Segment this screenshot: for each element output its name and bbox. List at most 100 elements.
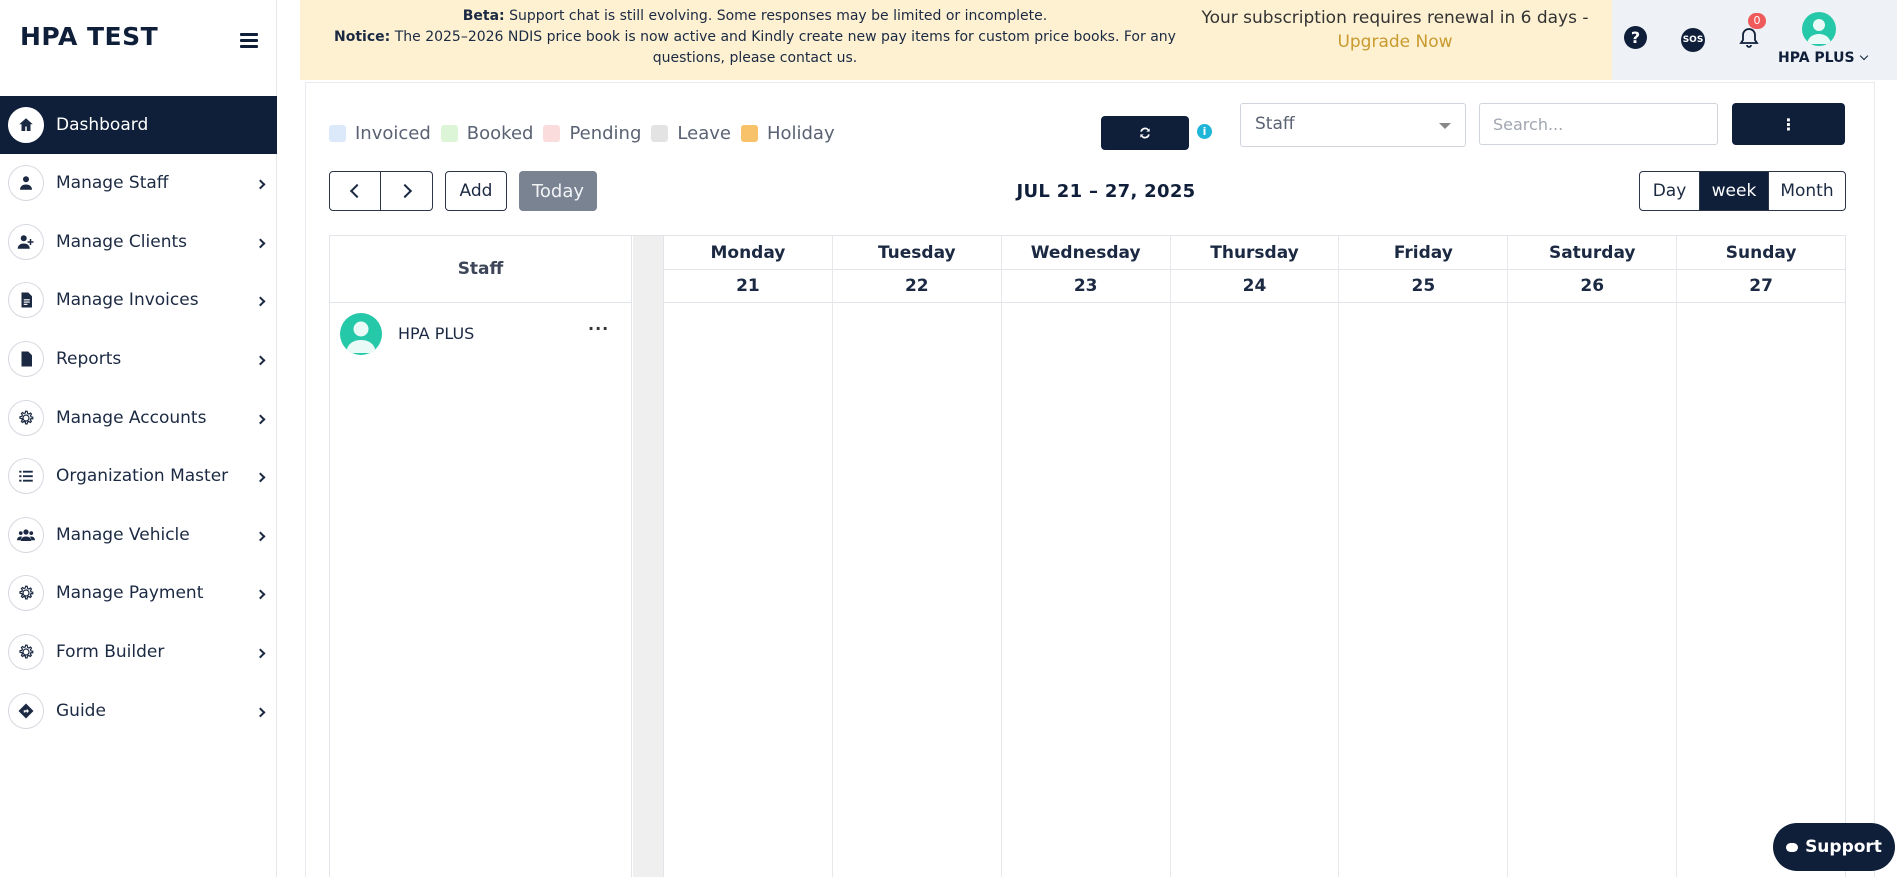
day-column-saturday[interactable]: Saturday 26	[1508, 236, 1678, 877]
chevron-right-icon	[255, 589, 266, 600]
sidebar-item-label: Manage Staff	[56, 173, 169, 194]
sidebar-item-manage-payment[interactable]: Manage Payment	[0, 564, 277, 623]
day-date: 23	[1001, 270, 1170, 303]
sidebar-item-manage-accounts[interactable]: Manage Accounts	[0, 388, 277, 447]
calendar-gutter	[633, 236, 664, 877]
day-name: Sunday	[1677, 236, 1846, 270]
legend-invoiced: Invoiced	[329, 123, 431, 144]
sidebar-nav: Dashboard Manage Staff Manage Clients Ma…	[0, 96, 277, 740]
more-options-button[interactable]: ⋮	[1732, 103, 1845, 145]
info-icon[interactable]: i	[1197, 124, 1212, 139]
legend-swatch	[740, 125, 758, 142]
upgrade-now-link[interactable]: Upgrade Now	[1180, 30, 1610, 54]
user-menu[interactable]: HPA PLUS	[1778, 50, 1868, 66]
sidebar-item-dashboard[interactable]: Dashboard	[0, 96, 277, 154]
sidebar-item-manage-vehicle[interactable]: Manage Vehicle	[0, 506, 277, 565]
sidebar-item-manage-invoices[interactable]: Manage Invoices	[0, 271, 277, 330]
day-column-tuesday[interactable]: Tuesday 22	[832, 236, 1002, 877]
user-name: HPA PLUS	[1778, 50, 1855, 66]
staff-column-header: Staff	[330, 236, 631, 303]
notification-badge: 0	[1748, 13, 1766, 29]
notice-label: Notice:	[334, 29, 391, 45]
day-column-friday[interactable]: Friday 25	[1339, 236, 1509, 877]
sidebar-item-label: Organization Master	[56, 466, 229, 487]
legend-pending: Pending	[543, 123, 641, 144]
legend-swatch	[651, 125, 669, 142]
sidebar-item-label: Manage Invoices	[56, 290, 199, 311]
brand-title: HPA TEST	[20, 22, 159, 51]
chevron-right-icon	[255, 707, 266, 717]
sidebar-item-label: Dashboard	[56, 115, 149, 135]
sidebar-item-manage-staff[interactable]: Manage Staff	[0, 154, 277, 213]
chevron-down-icon	[1859, 51, 1868, 61]
sidebar-item-label: Manage Vehicle	[56, 524, 190, 545]
kebab-icon: ⋮	[1780, 114, 1797, 134]
beta-text: Support chat is still evolving. Some res…	[504, 8, 1048, 24]
chevron-down-icon	[1439, 123, 1451, 129]
gear-icon	[8, 575, 44, 612]
sidebar-item-organization-master[interactable]: Organization Master	[0, 447, 277, 506]
refresh-button[interactable]	[1101, 116, 1189, 150]
day-name: Saturday	[1508, 236, 1677, 270]
day-columns: Monday 21 Tuesday 22 Wednesday 23 Thursday 2…	[664, 236, 1846, 877]
hamburger-menu-icon[interactable]	[240, 33, 258, 48]
chat-bubble-icon	[1786, 842, 1799, 852]
staff-select[interactable]: Staff	[1240, 103, 1466, 147]
sidebar-item-form-builder[interactable]: Form Builder	[0, 623, 277, 682]
day-name: Tuesday	[832, 236, 1001, 270]
sidebar-item-reports[interactable]: Reports	[0, 330, 277, 389]
help-icon[interactable]: ?	[1624, 26, 1647, 49]
day-date: 24	[1170, 270, 1339, 303]
staff-column: Staff HPA PLUS ···	[330, 236, 632, 877]
chevron-right-icon	[255, 472, 266, 483]
legend-holiday: Holiday	[740, 123, 835, 144]
calendar-panel: Invoiced Booked Pending Leave Holiday i …	[305, 82, 1875, 877]
view-day-button[interactable]: Day	[1640, 172, 1700, 210]
sidebar-item-label: Reports	[56, 349, 122, 370]
notice-body: The 2025–2026 NDIS price book is now act…	[390, 29, 1176, 66]
day-name: Monday	[664, 236, 832, 270]
staff-name: HPA PLUS	[398, 324, 475, 343]
file-icon	[8, 341, 44, 378]
chevron-right-icon	[255, 238, 266, 249]
legend-label: Invoiced	[355, 123, 431, 144]
subscription-text: Your subscription requires renewal in 6 …	[1201, 8, 1589, 28]
search-input[interactable]	[1479, 103, 1718, 145]
staff-row[interactable]: HPA PLUS ···	[330, 303, 631, 363]
day-column-sunday[interactable]: Sunday 27	[1677, 236, 1846, 877]
avatar	[340, 313, 382, 355]
day-date: 26	[1508, 270, 1677, 303]
chevron-right-icon	[255, 414, 266, 425]
list-icon	[8, 458, 44, 495]
day-date: 21	[664, 270, 832, 303]
sos-icon[interactable]: SOS	[1681, 28, 1705, 52]
view-month-button[interactable]: Month	[1768, 172, 1845, 210]
beta-label: Beta:	[462, 8, 505, 24]
legend-swatch	[440, 125, 458, 142]
notice-banner: Beta: Support chat is still evolving. So…	[300, 0, 1612, 80]
sidebar-item-label: Manage Clients	[56, 231, 188, 252]
view-week-button[interactable]: week	[1700, 172, 1768, 210]
day-column-wednesday[interactable]: Wednesday 23	[1001, 236, 1171, 877]
sidebar-item-label: Manage Payment	[56, 583, 204, 604]
ellipsis-icon[interactable]: ···	[588, 319, 609, 338]
day-column-thursday[interactable]: Thursday 24	[1170, 236, 1340, 877]
avatar[interactable]	[1802, 12, 1836, 46]
sidebar-item-manage-clients[interactable]: Manage Clients	[0, 213, 277, 272]
day-name: Wednesday	[1001, 236, 1170, 270]
notice-text: Beta: Support chat is still evolving. So…	[320, 6, 1190, 69]
view-toggle: Day week Month	[1639, 171, 1846, 211]
support-chat-button[interactable]: Support	[1773, 823, 1895, 871]
legend-label: Booked	[466, 123, 534, 144]
day-column-monday[interactable]: Monday 21	[664, 236, 833, 877]
sidebar-item-label: Form Builder	[56, 642, 165, 663]
legend-label: Holiday	[766, 123, 835, 144]
staff-select-value: Staff	[1255, 114, 1295, 134]
sidebar-item-guide[interactable]: Guide	[0, 681, 277, 740]
chevron-right-icon	[255, 296, 266, 307]
legend-booked: Booked	[440, 123, 534, 144]
chevron-right-icon	[255, 179, 266, 190]
bell-icon[interactable]	[1737, 26, 1761, 50]
refresh-icon	[1140, 127, 1150, 139]
day-name: Friday	[1339, 236, 1508, 270]
